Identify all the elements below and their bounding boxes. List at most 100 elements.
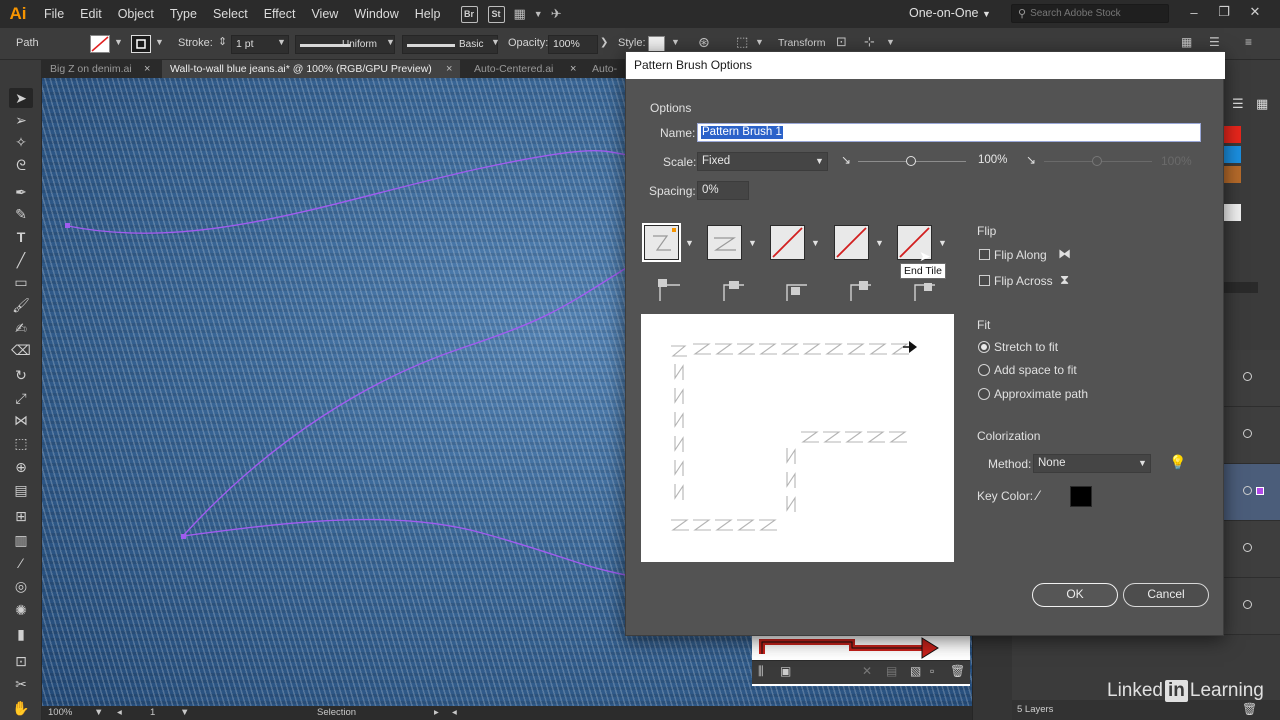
menu-file[interactable]: File — [36, 0, 72, 28]
brush-definition[interactable]: Basic — [402, 35, 498, 54]
stroke-stepper-icon[interactable]: ⇕ — [218, 35, 227, 48]
approximate-path-radio[interactable] — [978, 388, 990, 400]
chevron-right-icon[interactable]: ▸ — [434, 707, 439, 718]
scale-method-select[interactable]: Fixed — [697, 152, 828, 171]
inner-corner-tile[interactable] — [770, 225, 805, 260]
key-color-swatch[interactable] — [1070, 486, 1092, 507]
tab-big-z[interactable]: Big Z on denim.ai × — [42, 60, 158, 78]
anchor-point[interactable] — [181, 534, 186, 539]
flip-along-checkbox[interactable] — [979, 249, 990, 260]
scroll-left-icon[interactable]: ◂ — [452, 707, 457, 718]
lasso-tool-icon[interactable]: ᘓ — [9, 155, 33, 175]
chevron-down-icon[interactable]: ▼ — [277, 37, 286, 47]
panel-menu-icon[interactable]: ☰ — [1209, 35, 1220, 49]
type-tool-icon[interactable]: T — [9, 227, 33, 247]
gpu-performance-icon[interactable]: ✈ — [551, 6, 562, 22]
cancel-button[interactable]: Cancel — [1123, 583, 1209, 607]
chevron-down-icon[interactable]: ▼ — [155, 37, 164, 47]
grid-view-icon[interactable]: ▦ — [1256, 96, 1268, 112]
target-icon[interactable] — [1243, 372, 1252, 381]
prev-artboard-icon[interactable]: ◂ — [117, 707, 122, 718]
chevron-down-icon[interactable]: ▼ — [386, 37, 395, 47]
panel-options-icon[interactable]: ≡ — [1245, 35, 1252, 49]
list-view-icon[interactable]: ☰ — [1232, 96, 1244, 112]
tab-auto[interactable]: Auto- — [584, 60, 624, 78]
direct-selection-tool-icon[interactable]: ➢ — [9, 110, 33, 130]
panel-slider[interactable] — [1224, 282, 1258, 293]
trash-icon[interactable]: 🗑 — [950, 664, 965, 678]
brush-options-icon[interactable]: ▧ — [910, 664, 921, 678]
menu-help[interactable]: Help — [407, 0, 449, 28]
swatch-brown[interactable] — [1224, 166, 1241, 183]
zoom-level[interactable]: 100% — [48, 707, 72, 718]
slice-tool-icon[interactable]: ✂ — [9, 674, 33, 694]
close-icon[interactable]: ✕ — [1238, 0, 1272, 24]
mesh-tool-icon[interactable]: ⊞ — [9, 506, 33, 526]
eyedropper-icon[interactable]: ⁄ — [1037, 487, 1039, 503]
scale-value-field[interactable]: 100% — [973, 151, 1013, 170]
chevron-down-icon[interactable]: ▼ — [114, 37, 123, 47]
new-brush-icon[interactable]: ▫ — [930, 664, 934, 678]
tab-auto-centered[interactable]: Auto-Centered.ai × — [466, 60, 584, 78]
blend-tool-icon[interactable]: ◎ — [9, 576, 33, 596]
close-icon[interactable]: × — [144, 60, 150, 78]
libraries-panel-icon[interactable]: ▣ — [780, 664, 791, 678]
isolate-icon[interactable]: ⊡ — [836, 34, 847, 50]
restore-icon[interactable]: ❐ — [1207, 0, 1241, 24]
arrange-icon[interactable]: ▦ — [1181, 35, 1192, 49]
target-icon[interactable] — [1243, 486, 1252, 495]
menu-edit[interactable]: Edit — [72, 0, 110, 28]
transform-link[interactable]: Transform — [778, 37, 825, 49]
method-select[interactable]: None — [1033, 454, 1151, 473]
target-icon[interactable] — [1243, 600, 1252, 609]
search-stock-field[interactable]: ⚲ Search Adobe Stock — [1011, 4, 1169, 23]
swatch-blue[interactable] — [1224, 146, 1241, 163]
paintbrush-tool-icon[interactable]: 🖌 — [9, 295, 33, 315]
menu-select[interactable]: Select — [205, 0, 256, 28]
stock-button[interactable]: St — [487, 5, 505, 23]
transform-options-icon[interactable]: ⊹ — [864, 34, 875, 50]
trash-icon[interactable]: 🗑 — [1242, 702, 1257, 716]
menu-object[interactable]: Object — [110, 0, 162, 28]
line-tool-icon[interactable]: ╱ — [9, 250, 33, 270]
bridge-button[interactable]: Br — [460, 5, 478, 23]
align-icon[interactable]: ⬚ — [736, 34, 748, 50]
chevron-down-icon[interactable]: ▼ — [180, 707, 189, 718]
tab-wall-to-wall[interactable]: Wall-to-wall blue jeans.ai* @ 100% (RGB/… — [162, 60, 460, 78]
symbol-sprayer-tool-icon[interactable]: ✺ — [9, 600, 33, 620]
scale-tool-icon[interactable]: ⤢ — [9, 388, 33, 408]
chevron-down-icon[interactable]: ▼ — [755, 37, 764, 47]
variable-width-profile[interactable]: Uniform — [295, 35, 395, 54]
scale-slider-knob[interactable] — [906, 156, 916, 166]
close-icon[interactable]: × — [446, 60, 452, 78]
menu-window[interactable]: Window — [346, 0, 406, 28]
name-input[interactable]: Pattern Brush 1 — [697, 123, 1201, 142]
stretch-to-fit-radio[interactable] — [978, 341, 990, 353]
chevron-down-icon[interactable]: ▼ — [748, 238, 757, 248]
free-transform-tool-icon[interactable]: ⬚ — [9, 433, 33, 453]
selected-path[interactable] — [182, 257, 643, 537]
options-icon[interactable]: ▤ — [886, 664, 897, 678]
recolor-artwork-icon[interactable]: ⊛ — [698, 34, 710, 51]
tips-lightbulb-icon[interactable]: 💡 — [1169, 454, 1186, 471]
chevron-down-icon[interactable]: ▼ — [491, 37, 500, 47]
menu-effect[interactable]: Effect — [256, 0, 304, 28]
swatch-red[interactable] — [1224, 126, 1241, 143]
spacing-field[interactable]: 0% — [697, 181, 749, 200]
swatch-white[interactable] — [1224, 204, 1241, 221]
artboard-number[interactable]: 1 — [150, 707, 155, 718]
side-tile[interactable] — [642, 223, 681, 262]
column-graph-tool-icon[interactable]: ▮ — [9, 624, 33, 644]
close-icon[interactable]: × — [570, 60, 576, 78]
magic-wand-tool-icon[interactable]: ✧ — [9, 132, 33, 152]
eraser-tool-icon[interactable]: ⌫ — [9, 340, 33, 360]
add-space-to-fit-radio[interactable] — [978, 364, 990, 376]
eyedropper-tool-icon[interactable]: ⁄ — [9, 553, 33, 573]
target-icon[interactable] — [1243, 543, 1252, 552]
shape-builder-tool-icon[interactable]: ⊕ — [9, 457, 33, 477]
menu-type[interactable]: Type — [162, 0, 205, 28]
selection-tool-icon[interactable]: ➤ — [9, 88, 33, 108]
start-tile[interactable] — [834, 225, 869, 260]
arrange-documents-icon[interactable]: ▦ — [514, 6, 526, 22]
workspace-switcher[interactable]: One-on-One ▼ — [909, 0, 991, 28]
